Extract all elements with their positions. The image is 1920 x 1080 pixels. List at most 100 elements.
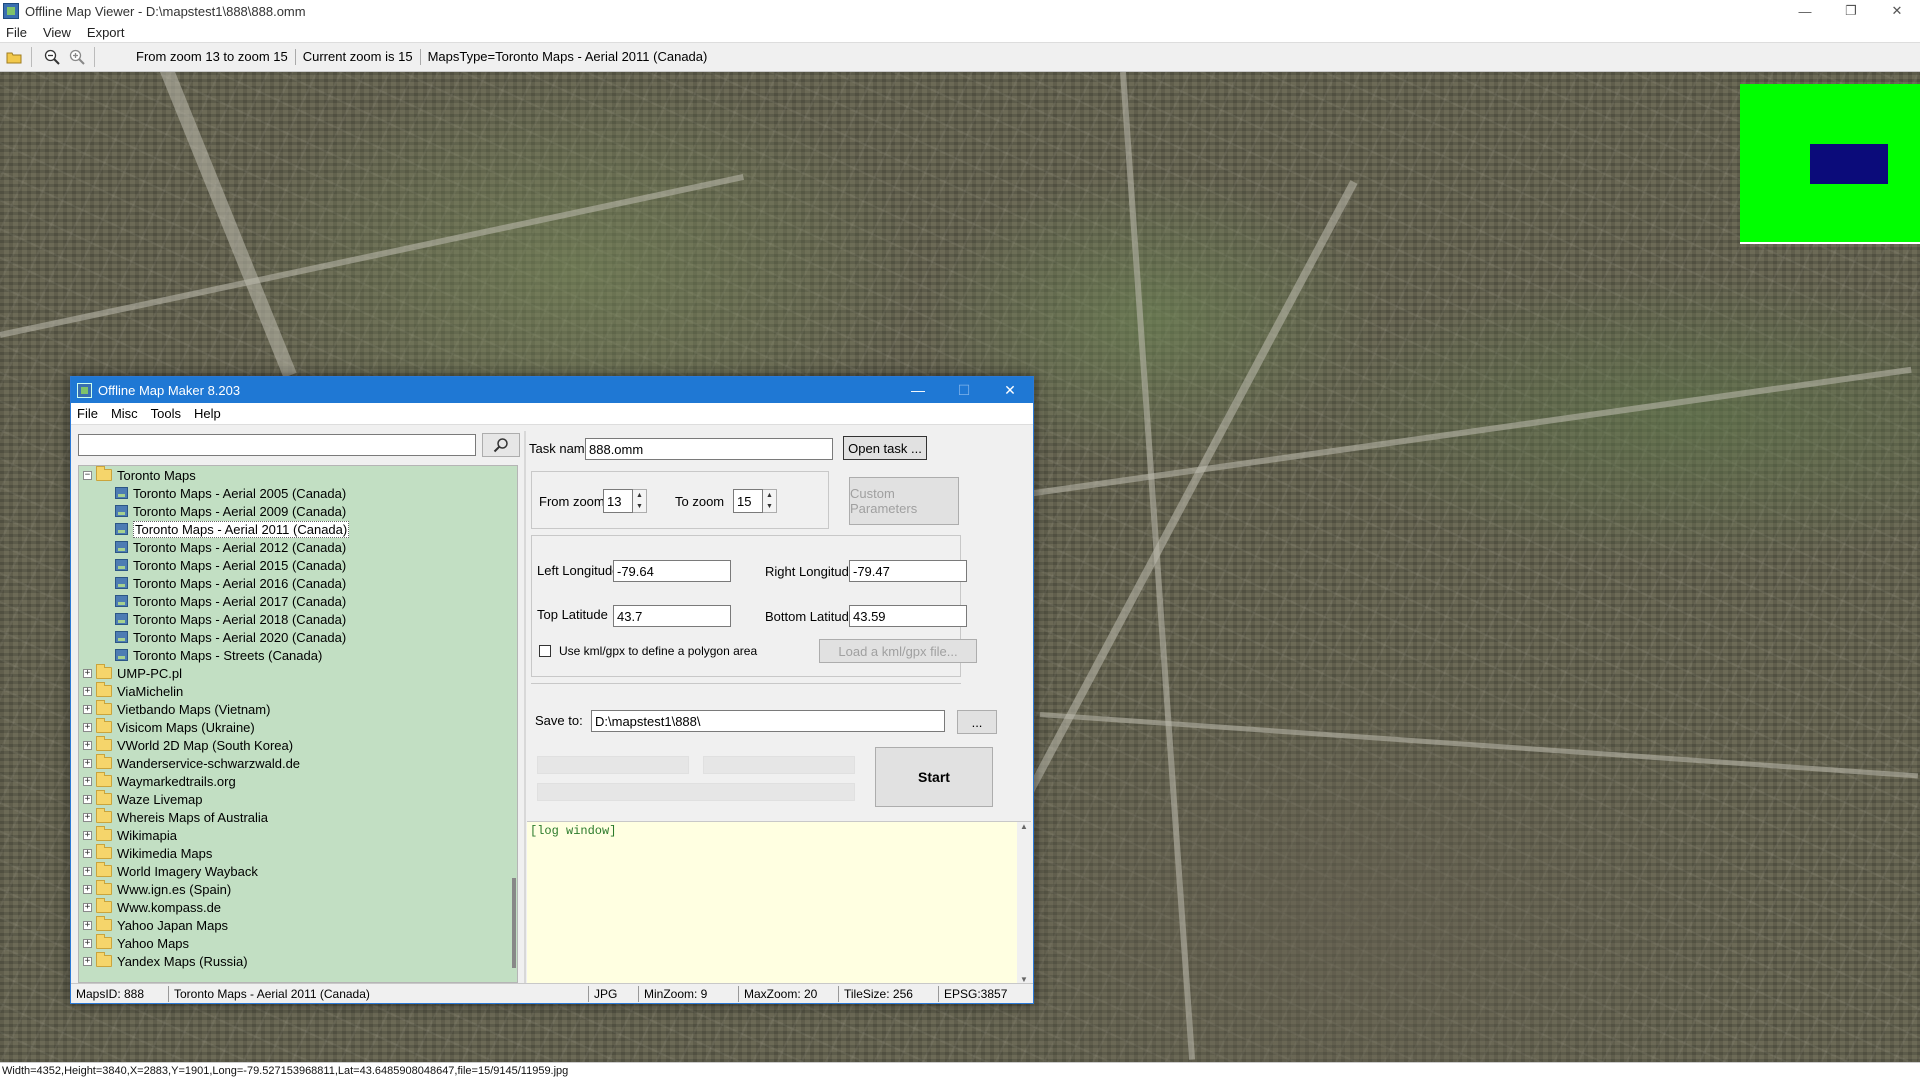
expand-icon[interactable]: + bbox=[83, 740, 92, 750]
expand-icon[interactable]: + bbox=[83, 722, 92, 732]
expand-icon[interactable]: + bbox=[83, 686, 92, 696]
spin-down-icon[interactable]: ▼ bbox=[763, 501, 776, 512]
left-longitude-input[interactable] bbox=[613, 560, 731, 582]
tree-folder-item[interactable]: + World Imagery Wayback bbox=[79, 862, 517, 880]
from-zoom-stepper[interactable]: 13 ▲ ▼ bbox=[603, 489, 647, 513]
top-latitude-input[interactable] bbox=[613, 605, 731, 627]
tree-map-item[interactable]: Toronto Maps - Aerial 2009 (Canada) bbox=[79, 502, 517, 520]
progress-bar-2 bbox=[703, 756, 855, 774]
minimap-viewport[interactable] bbox=[1810, 144, 1888, 184]
road bbox=[0, 174, 745, 338]
tree-map-item[interactable]: Toronto Maps - Aerial 2016 (Canada) bbox=[79, 574, 517, 592]
map-maker-dialog: Offline Map Maker 8.203 — ☐ ✕ File Misc … bbox=[70, 376, 1034, 1004]
to-zoom-value[interactable]: 15 bbox=[733, 489, 763, 513]
tree-folder-root[interactable]: − Toronto Maps bbox=[79, 466, 517, 484]
expand-icon[interactable]: + bbox=[83, 776, 92, 786]
expand-icon[interactable]: + bbox=[83, 758, 92, 768]
tree-map-item[interactable]: Toronto Maps - Aerial 2018 (Canada) bbox=[79, 610, 517, 628]
tree-folder-item[interactable]: + Visicom Maps (Ukraine) bbox=[79, 718, 517, 736]
open-folder-icon[interactable] bbox=[3, 46, 25, 68]
expand-icon[interactable]: + bbox=[83, 848, 92, 858]
log-text: [log window] bbox=[530, 824, 617, 838]
expand-icon[interactable]: + bbox=[83, 938, 92, 948]
dialog-menu-tools[interactable]: Tools bbox=[151, 406, 181, 421]
from-zoom-value[interactable]: 13 bbox=[603, 489, 633, 513]
map-source-tree[interactable]: − Toronto Maps Toronto Maps - Aerial 2005 … bbox=[78, 465, 518, 983]
expand-icon[interactable]: + bbox=[83, 866, 92, 876]
spin-up-icon[interactable]: ▲ bbox=[763, 490, 776, 501]
tree-folder-item[interactable]: + Yahoo Maps bbox=[79, 934, 517, 952]
log-scrollbar[interactable]: ▲ ▼ bbox=[1017, 822, 1031, 984]
minimize-button[interactable]: — bbox=[1782, 0, 1828, 22]
open-task-button[interactable]: Open task ... bbox=[843, 436, 927, 460]
tree-folder-item[interactable]: + Wikimapia bbox=[79, 826, 517, 844]
start-button[interactable]: Start bbox=[875, 747, 993, 807]
tree-map-item[interactable]: Toronto Maps - Aerial 2017 (Canada) bbox=[79, 592, 517, 610]
save-to-input[interactable] bbox=[591, 710, 945, 732]
tree-folder-item[interactable]: + Yahoo Japan Maps bbox=[79, 916, 517, 934]
map-layer-icon bbox=[115, 505, 128, 517]
expand-icon[interactable]: + bbox=[83, 956, 92, 966]
load-kml-button[interactable]: Load a kml/gpx file... bbox=[819, 639, 977, 663]
search-row bbox=[75, 431, 523, 459]
tree-folder-item[interactable]: + Wanderservice-schwarzwald.de bbox=[79, 754, 517, 772]
expand-icon[interactable]: + bbox=[83, 794, 92, 804]
tree-folder-item[interactable]: + UMP-PC.pl bbox=[79, 664, 517, 682]
bottom-latitude-input[interactable] bbox=[849, 605, 967, 627]
tree-map-item[interactable]: Toronto Maps - Aerial 2012 (Canada) bbox=[79, 538, 517, 556]
pane-splitter[interactable] bbox=[524, 431, 526, 983]
collapse-icon[interactable]: − bbox=[83, 470, 92, 480]
close-button[interactable]: ✕ bbox=[1874, 0, 1920, 22]
scroll-up-icon[interactable]: ▲ bbox=[1017, 822, 1031, 831]
status-maps-id: MapsID: 888 bbox=[71, 985, 169, 1002]
expand-icon[interactable]: + bbox=[83, 668, 92, 678]
custom-parameters-button[interactable]: Custom Parameters bbox=[849, 477, 959, 525]
tree-map-item[interactable]: Toronto Maps - Aerial 2011 (Canada) bbox=[79, 520, 517, 538]
tree-folder-item[interactable]: + Whereis Maps of Australia bbox=[79, 808, 517, 826]
tree-map-item[interactable]: Toronto Maps - Aerial 2020 (Canada) bbox=[79, 628, 517, 646]
dialog-minimize-button[interactable]: — bbox=[895, 377, 941, 403]
menu-export[interactable]: Export bbox=[87, 25, 125, 40]
tree-map-item[interactable]: Toronto Maps - Aerial 2005 (Canada) bbox=[79, 484, 517, 502]
log-window[interactable]: [log window] ▲ ▼ bbox=[527, 821, 1031, 984]
expand-icon[interactable]: + bbox=[83, 812, 92, 822]
zoom-out-icon[interactable] bbox=[41, 46, 63, 68]
expand-icon[interactable]: + bbox=[83, 884, 92, 894]
tree-folder-label: Yandex Maps (Russia) bbox=[117, 953, 248, 969]
menu-view[interactable]: View bbox=[43, 25, 71, 40]
tree-map-item[interactable]: Toronto Maps - Aerial 2015 (Canada) bbox=[79, 556, 517, 574]
dialog-menu-help[interactable]: Help bbox=[194, 406, 221, 421]
spin-up-icon[interactable]: ▲ bbox=[633, 490, 646, 501]
dialog-close-button[interactable]: ✕ bbox=[987, 377, 1033, 403]
restore-button[interactable]: ❐ bbox=[1828, 0, 1874, 22]
tree-scrollbar[interactable] bbox=[512, 878, 516, 968]
task-name-input[interactable] bbox=[585, 438, 833, 460]
overview-minimap[interactable] bbox=[1740, 84, 1920, 244]
expand-icon[interactable]: + bbox=[83, 830, 92, 840]
tree-folder-item[interactable]: + Www.kompass.de bbox=[79, 898, 517, 916]
dialog-menu-file[interactable]: File bbox=[77, 406, 98, 421]
tree-folder-item[interactable]: + Yandex Maps (Russia) bbox=[79, 952, 517, 970]
tree-map-item[interactable]: Toronto Maps - Streets (Canada) bbox=[79, 646, 517, 664]
to-zoom-stepper[interactable]: 15 ▲ ▼ bbox=[733, 489, 777, 513]
tree-folder-item[interactable]: + VWorld 2D Map (South Korea) bbox=[79, 736, 517, 754]
tree-folder-item[interactable]: + ViaMichelin bbox=[79, 682, 517, 700]
use-kml-checkbox[interactable] bbox=[539, 645, 551, 657]
expand-icon[interactable]: + bbox=[83, 704, 92, 714]
expand-icon[interactable]: + bbox=[83, 920, 92, 930]
tree-folder-item[interactable]: + Waymarkedtrails.org bbox=[79, 772, 517, 790]
tree-folder-item[interactable]: + Wikimedia Maps bbox=[79, 844, 517, 862]
tree-folder-item[interactable]: + Waze Livemap bbox=[79, 790, 517, 808]
expand-icon[interactable]: + bbox=[83, 902, 92, 912]
menu-file[interactable]: File bbox=[6, 25, 27, 40]
spin-down-icon[interactable]: ▼ bbox=[633, 501, 646, 512]
tree-item-label: Toronto Maps - Aerial 2015 (Canada) bbox=[133, 557, 347, 573]
search-button[interactable] bbox=[482, 433, 520, 457]
browse-button[interactable]: ... bbox=[957, 710, 997, 734]
zoom-in-icon[interactable] bbox=[66, 46, 88, 68]
right-longitude-input[interactable] bbox=[849, 560, 967, 582]
tree-folder-item[interactable]: + Www.ign.es (Spain) bbox=[79, 880, 517, 898]
dialog-menu-misc[interactable]: Misc bbox=[111, 406, 138, 421]
map-search-input[interactable] bbox=[78, 434, 477, 456]
tree-folder-item[interactable]: + Vietbando Maps (Vietnam) bbox=[79, 700, 517, 718]
